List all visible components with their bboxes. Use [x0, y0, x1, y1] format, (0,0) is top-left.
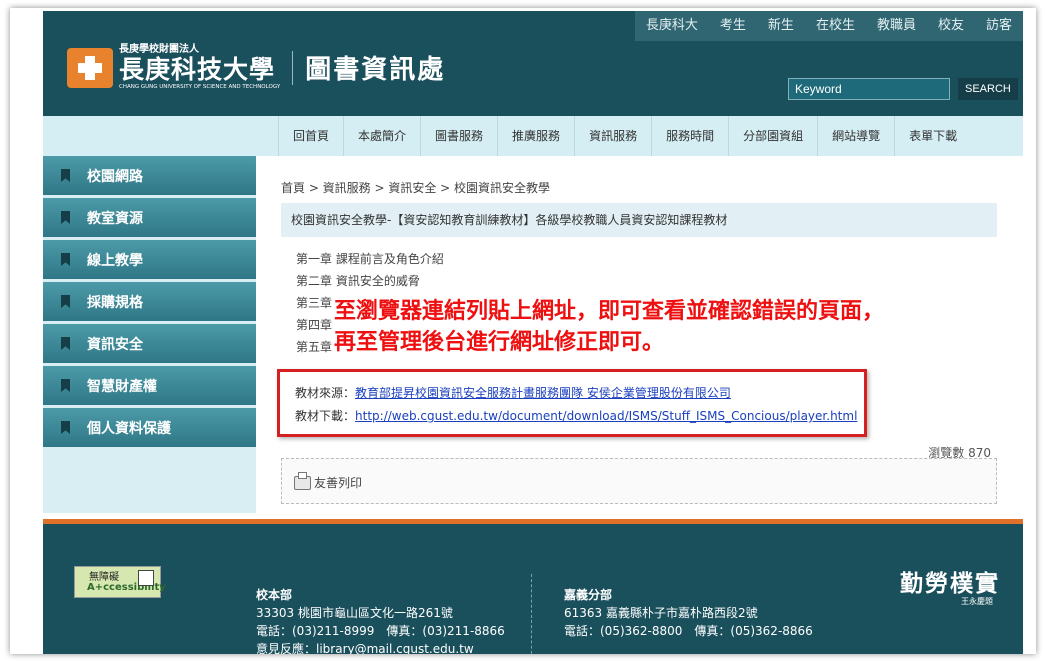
- sidebar-item-label: 資訊安全: [87, 336, 143, 353]
- campus-phone: 電話：(05)362-8800 傳真：(05)362-8866: [564, 624, 813, 638]
- browser-frame: 長庚科大 考生 新生 在校生 教職員 校友 訪客 長庚學校財團法人 長庚科技大學…: [10, 8, 1036, 654]
- bookmark-icon: [61, 253, 70, 266]
- sidebar-item-classroom[interactable]: 教室資源: [43, 198, 256, 237]
- accessibility-badge[interactable]: 無障礙 A+ccessibility: [74, 566, 166, 598]
- list-item: 第二章 資訊安全的威脅: [296, 274, 420, 288]
- campus-title: 校本部: [256, 588, 293, 602]
- topnav-item[interactable]: 在校生: [805, 11, 866, 41]
- printer-icon: [294, 471, 311, 490]
- bookmark-icon: [61, 337, 70, 350]
- list-item: 第一章 課程前言及角色介紹: [296, 252, 444, 266]
- print-area: 友善列印: [281, 458, 997, 504]
- bookmark-icon: [61, 211, 70, 224]
- sidebar-item-label: 智慧財產權: [87, 378, 157, 395]
- footer-divider: [531, 574, 533, 654]
- campus-chiayi: 嘉義分部 61363 嘉義縣朴子市嘉朴路西段2號 電話：(05)362-8800…: [564, 586, 813, 640]
- motto-signature: 王永慶題: [961, 597, 993, 606]
- search-bar: Keyword SEARCH: [788, 78, 1018, 100]
- annotation-line: 再至管理後台進行網址修正即可。: [334, 330, 665, 355]
- bookmark-icon: [61, 421, 70, 434]
- site-header: 長庚科大 考生 新生 在校生 教職員 校友 訪客 長庚學校財團法人 長庚科技大學…: [43, 11, 1023, 116]
- download-link[interactable]: http://web.cgust.edu.tw/document/downloa…: [355, 409, 857, 423]
- page-title: 校園資訊安全教學-【資安認知教育訓練教材】各級學校教職人員資安認知課程教材: [281, 203, 997, 237]
- campus-main: 校本部 33303 桃園市龜山區文化一路261號 電話：(03)211-8999…: [256, 586, 505, 654]
- sidebar-item-online-teaching[interactable]: 線上教學: [43, 240, 256, 279]
- highlight-box: 教材來源：教育部提昇校園資訊安全服務計畫服務團隊 安侯企業管理股份有限公司 教材…: [277, 369, 867, 437]
- logo-text: 長庚學校財團法人 長庚科技大學 CHANG GUNG UNIVERSITY OF…: [119, 44, 280, 91]
- source-label: 教材來源：: [295, 386, 356, 400]
- main-nav: 回首頁 本處簡介 圖書服務 推廣服務 資訊服務 服務時間 分部園資組 網站導覽 …: [43, 116, 1023, 156]
- topnav-item[interactable]: 教職員: [866, 11, 927, 41]
- sidebar-item-label: 教室資源: [87, 210, 143, 227]
- campus-email[interactable]: 意見反應：library@mail.cgust.edu.tw: [256, 640, 505, 654]
- sidebar-item-label: 採購規格: [87, 294, 143, 311]
- search-input[interactable]: Keyword: [788, 78, 950, 100]
- download-label: 教材下載：: [295, 409, 356, 423]
- motto-calligraphy: 勤勞樸實: [900, 570, 1000, 597]
- logo-english: CHANG GUNG UNIVERSITY OF SCIENCE AND TEC…: [119, 84, 281, 90]
- nav-item[interactable]: 本處簡介: [343, 116, 420, 156]
- nav-item[interactable]: 表單下載: [894, 116, 971, 156]
- site-footer: 無障礙 A+ccessibility 校本部 33303 桃園市龜山區文化一路2…: [43, 524, 1023, 654]
- campus-address: 61363 嘉義縣朴子市嘉朴路西段2號: [564, 606, 758, 620]
- sidebar-item-label: 個人資料保護: [87, 420, 171, 437]
- main-content: 首頁 > 資訊服務 > 資訊安全 > 校園資訊安全教學 校園資訊安全教學-【資安…: [277, 156, 1001, 513]
- logo-divider: [292, 50, 294, 85]
- accessibility-icon: [138, 570, 154, 586]
- sidebar-item-campus-network[interactable]: 校園網路: [43, 156, 256, 195]
- topnav-item[interactable]: 新生: [757, 11, 805, 41]
- dept-title: 圖書資訊處: [305, 55, 446, 85]
- campus-title: 嘉義分部: [564, 588, 613, 602]
- bookmark-icon: [61, 295, 70, 308]
- nav-item[interactable]: 服務時間: [651, 116, 728, 156]
- sidebar-item-ip[interactable]: 智慧財產權: [43, 366, 256, 405]
- print-label: 友善列印: [314, 476, 363, 490]
- campus-address: 33303 桃園市龜山區文化一路261號: [256, 606, 453, 620]
- nav-item[interactable]: 網站導覽: [817, 116, 894, 156]
- sidebar-item-privacy[interactable]: 個人資料保護: [43, 408, 256, 447]
- top-nav: 長庚科大 考生 新生 在校生 教職員 校友 訪客: [634, 11, 1023, 41]
- nav-item[interactable]: 推廣服務: [497, 116, 574, 156]
- campus-phone: 電話：(03)211-8999 傳真：(03)211-8866: [256, 624, 505, 638]
- sidebar-item-procurement[interactable]: 採購規格: [43, 282, 256, 321]
- sidebar-item-security[interactable]: 資訊安全: [43, 324, 256, 363]
- site-logo[interactable]: 長庚學校財團法人 長庚科技大學 CHANG GUNG UNIVERSITY OF…: [67, 44, 445, 91]
- search-button[interactable]: SEARCH: [958, 78, 1018, 100]
- nav-item[interactable]: 資訊服務: [574, 116, 651, 156]
- annotation-line: 至瀏覽器連結列貼上網址，即可查看並確認錯誤的頁面，: [334, 299, 885, 324]
- source-link[interactable]: 教育部提昇校園資訊安全服務計畫服務團隊 安侯企業管理股份有限公司: [355, 386, 731, 400]
- page: 長庚科大 考生 新生 在校生 教職員 校友 訪客 長庚學校財團法人 長庚科技大學…: [43, 11, 1023, 654]
- nav-item[interactable]: 回首頁: [278, 116, 343, 156]
- topnav-item[interactable]: 長庚科大: [635, 11, 709, 41]
- university-logo-icon: [67, 47, 113, 88]
- access-text: 無障礙: [89, 572, 119, 583]
- sidebar-item-label: 線上教學: [87, 252, 143, 269]
- topnav-item[interactable]: 訪客: [975, 11, 1023, 41]
- sidebar: 校園網路 教室資源 線上教學 採購規格 資訊安全 智慧財產權 個人資料保護: [43, 156, 256, 513]
- download-line: 教材下載：http://web.cgust.edu.tw/document/do…: [295, 407, 857, 424]
- source-line: 教材來源：教育部提昇校園資訊安全服務計畫服務團隊 安侯企業管理股份有限公司: [295, 384, 731, 401]
- nav-item[interactable]: 圖書服務: [420, 116, 497, 156]
- topnav-item[interactable]: 考生: [709, 11, 757, 41]
- print-button[interactable]: 友善列印: [294, 471, 363, 491]
- bookmark-icon: [61, 169, 70, 182]
- sidebar-item-label: 校園網路: [87, 168, 143, 185]
- logo-name: 長庚科技大學: [119, 55, 276, 84]
- nav-item[interactable]: 分部園資組: [728, 116, 817, 156]
- topnav-item[interactable]: 校友: [927, 11, 975, 41]
- breadcrumb[interactable]: 首頁 > 資訊服務 > 資訊安全 > 校園資訊安全教學: [281, 179, 550, 196]
- access-text-en: A+ccessibility: [87, 582, 166, 593]
- bookmark-icon: [61, 379, 70, 392]
- annotation-text: 至瀏覽器連結列貼上網址，即可查看並確認錯誤的頁面， 再至管理後台進行網址修正即可…: [334, 296, 884, 358]
